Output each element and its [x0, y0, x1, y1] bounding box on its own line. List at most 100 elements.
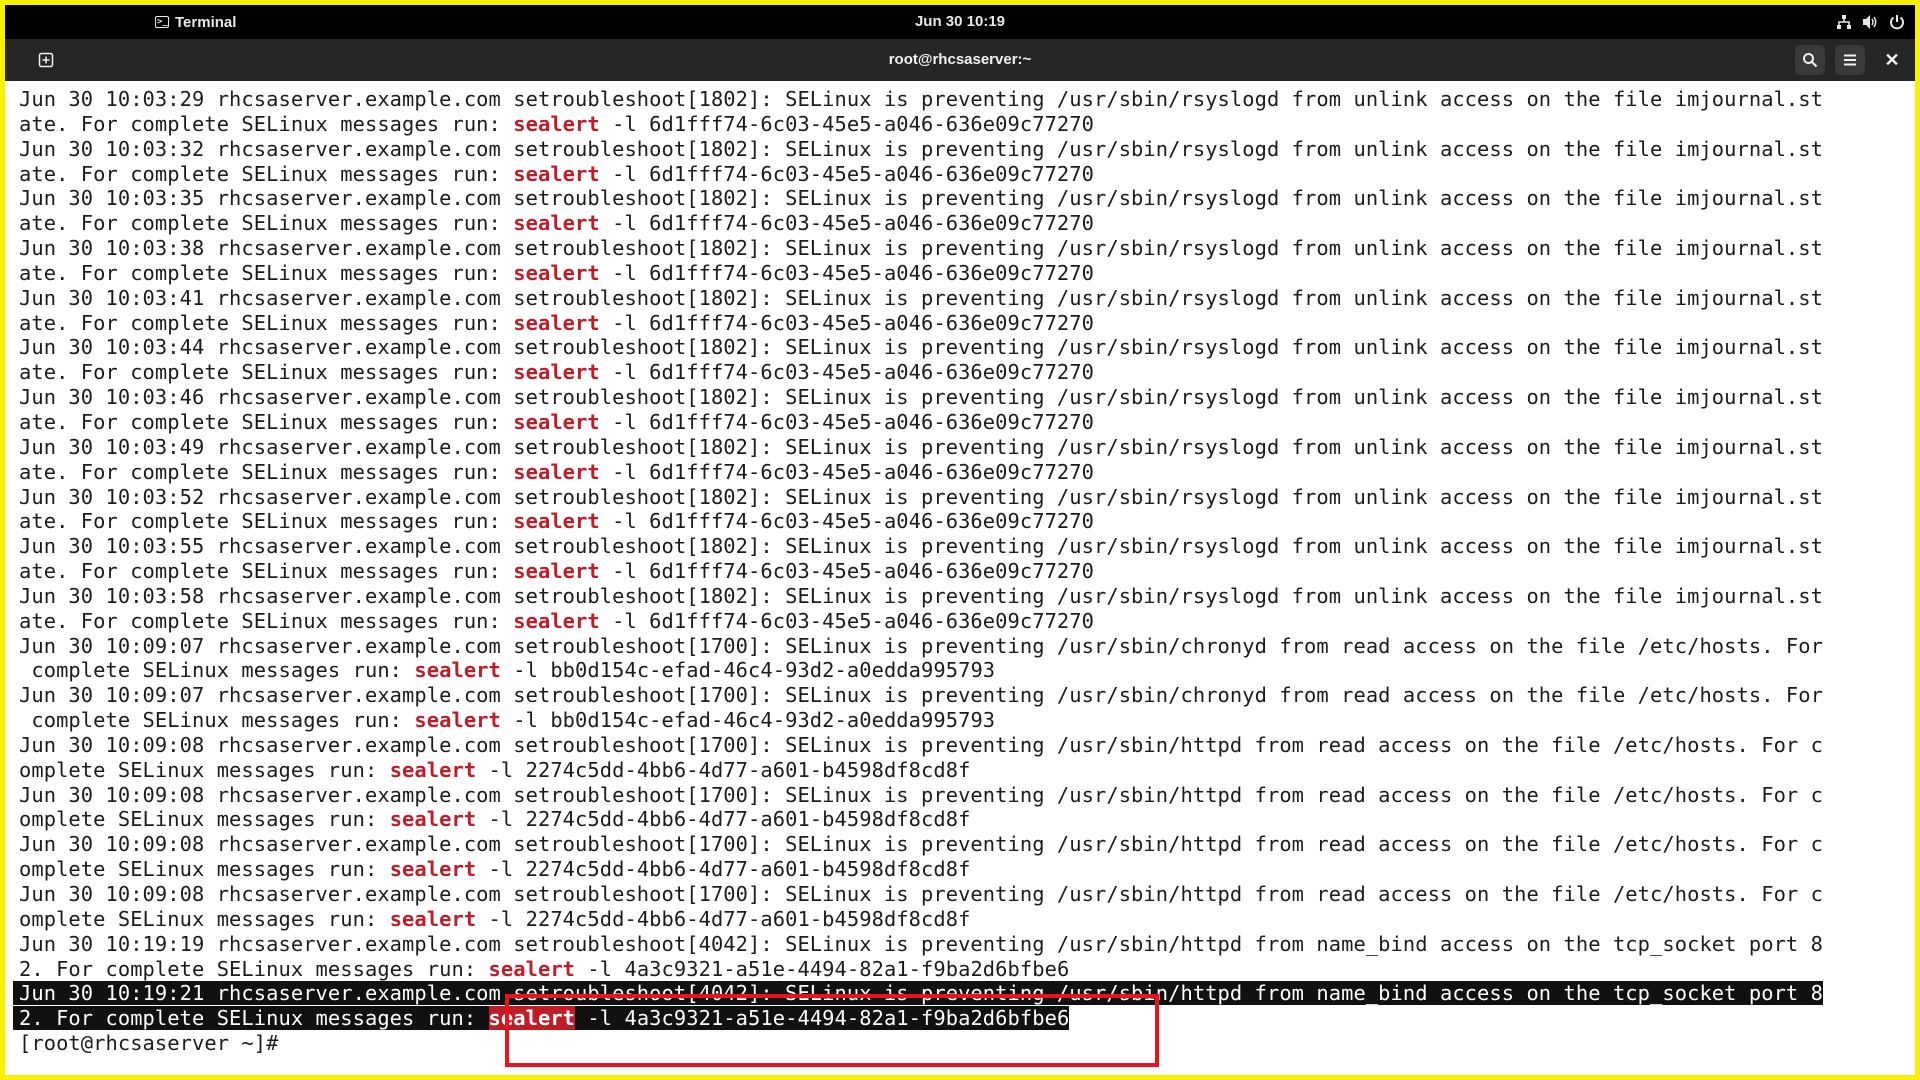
line-text: ate. For complete SELinux messages run: …: [19, 559, 1094, 583]
close-window-button[interactable]: ✕: [1877, 45, 1907, 75]
line-prefix: complete SELinux messages run:: [19, 708, 415, 733]
sealert-keyword: sealert: [513, 260, 600, 285]
terminal-line: 2. For complete SELinux messages run: se…: [19, 957, 1905, 982]
sealert-keyword: sealert: [513, 459, 600, 484]
terminal-line: complete SELinux messages run: sealert -…: [19, 658, 1905, 683]
line-prefix: 2. For complete SELinux messages run:: [19, 1006, 489, 1031]
line-prefix: Jun 30 10:09:08 rhcsaserver.example.com …: [19, 882, 1824, 906]
line-prefix: Jun 30 10:03:58 rhcsaserver.example.com …: [19, 583, 1824, 608]
sealert-keyword: sealert: [513, 211, 600, 236]
line-prefix: ate. For complete SELinux messages run:: [19, 409, 514, 434]
sealert-keyword: sealert: [389, 757, 477, 782]
line-text: ate. For complete SELinux messages run: …: [19, 509, 1094, 533]
line-prefix: ate. For complete SELinux messages run:: [19, 559, 514, 584]
line-prefix: ate. For complete SELinux messages run:: [19, 360, 514, 385]
terminal-line: omplete SELinux messages run: sealert -l…: [19, 758, 1905, 783]
line-text: Jun 30 10:03:46 rhcsaserver.example.com …: [19, 385, 1823, 409]
sealert-keyword: sealert: [513, 310, 600, 335]
line-suffix: -l 6d1fff74-6c03-45e5-a046-636e09c77270: [599, 409, 1094, 434]
line-text: Jun 30 10:09:07 rhcsaserver.example.com …: [19, 634, 1823, 658]
terminal-line: Jun 30 10:03:41 rhcsaserver.example.com …: [19, 286, 1905, 311]
line-text: Jun 30 10:03:55 rhcsaserver.example.com …: [19, 534, 1823, 558]
line-prefix: ate. For complete SELinux messages run:: [19, 310, 514, 335]
line-text: Jun 30 10:03:35 rhcsaserver.example.com …: [19, 186, 1823, 210]
system-tray[interactable]: [1836, 5, 1905, 39]
clock[interactable]: Jun 30 10:19: [5, 5, 1915, 39]
line-prefix: Jun 30 10:19:21 rhcsaserver.example.com …: [19, 981, 1824, 1006]
line-suffix: -l 6d1fff74-6c03-45e5-a046-636e09c77270: [599, 260, 1094, 285]
line-text: ate. For complete SELinux messages run: …: [19, 609, 1094, 633]
line-text: omplete SELinux messages run: sealert -l…: [19, 807, 970, 831]
terminal-line: ate. For complete SELinux messages run: …: [19, 460, 1905, 485]
line-suffix: -l bb0d154c-efad-46c4-93d2-a0edda995793: [500, 708, 996, 733]
line-text: Jun 30 10:03:32 rhcsaserver.example.com …: [19, 137, 1823, 161]
line-suffix: -l bb0d154c-efad-46c4-93d2-a0edda995793: [500, 658, 996, 683]
line-text: Jun 30 10:09:08 rhcsaserver.example.com …: [19, 783, 1823, 807]
search-button[interactable]: [1795, 45, 1825, 75]
terminal-line: 2. For complete SELinux messages run: se…: [13, 1006, 1905, 1031]
sealert-keyword: sealert: [488, 956, 576, 981]
terminal-output[interactable]: Jun 30 10:03:29 rhcsaserver.example.com …: [13, 87, 1905, 1075]
line-prefix: ate. For complete SELinux messages run:: [19, 509, 514, 534]
line-prefix: Jun 30 10:09:07 rhcsaserver.example.com …: [19, 633, 1824, 658]
power-icon[interactable]: [1889, 14, 1905, 30]
terminal-line: ate. For complete SELinux messages run: …: [19, 360, 1905, 385]
terminal-line: omplete SELinux messages run: sealert -l…: [19, 857, 1905, 882]
terminal-line: Jun 30 10:09:08 rhcsaserver.example.com …: [19, 783, 1905, 808]
terminal-line: ate. For complete SELinux messages run: …: [19, 211, 1905, 236]
line-text: 2. For complete SELinux messages run: se…: [19, 957, 1069, 981]
line-text: ate. For complete SELinux messages run: …: [19, 460, 1094, 484]
line-suffix: -l 6d1fff74-6c03-45e5-a046-636e09c77270: [599, 211, 1094, 236]
terminal-line: Jun 30 10:03:29 rhcsaserver.example.com …: [19, 87, 1905, 112]
line-suffix: -l 2274c5dd-4bb6-4d77-a601-b4598df8cd8f: [476, 906, 971, 931]
line-text: Jun 30 10:09:08 rhcsaserver.example.com …: [19, 882, 1823, 906]
line-text: complete SELinux messages run: sealert -…: [19, 658, 995, 682]
line-text: complete SELinux messages run: sealert -…: [19, 708, 995, 732]
terminal-line: ate. For complete SELinux messages run: …: [19, 112, 1905, 137]
line-text: Jun 30 10:03:49 rhcsaserver.example.com …: [19, 435, 1823, 459]
line-prefix: ate. For complete SELinux messages run:: [19, 111, 514, 136]
line-suffix: -l 6d1fff74-6c03-45e5-a046-636e09c77270: [599, 459, 1094, 484]
line-suffix: -l 4a3c9321-a51e-4494-82a1-f9ba2d6bfbe6: [575, 956, 1070, 981]
line-prefix: omplete SELinux messages run:: [19, 906, 390, 931]
line-text: ate. For complete SELinux messages run: …: [19, 410, 1094, 434]
hamburger-menu-button[interactable]: [1835, 45, 1865, 75]
selected-text: Jun 30 10:19:21 rhcsaserver.example.com …: [13, 981, 1824, 1006]
line-prefix: Jun 30 10:09:08 rhcsaserver.example.com …: [19, 732, 1824, 757]
close-icon: ✕: [1884, 49, 1900, 70]
line-text: ate. For complete SELinux messages run: …: [19, 360, 1094, 384]
terminal-line: Jun 30 10:09:07 rhcsaserver.example.com …: [19, 634, 1905, 659]
terminal-line: complete SELinux messages run: sealert -…: [19, 708, 1905, 733]
line-text: Jun 30 10:09:07 rhcsaserver.example.com …: [19, 683, 1823, 707]
terminal-line: Jun 30 10:03:58 rhcsaserver.example.com …: [19, 584, 1905, 609]
terminal-line: ate. For complete SELinux messages run: …: [19, 559, 1905, 584]
line-prefix: Jun 30 10:03:35 rhcsaserver.example.com …: [19, 186, 1824, 211]
terminal-line: ate. For complete SELinux messages run: …: [19, 410, 1905, 435]
line-text: Jun 30 10:09:08 rhcsaserver.example.com …: [19, 832, 1823, 856]
sealert-keyword: sealert: [513, 509, 600, 534]
selected-text: 2. For complete SELinux messages run: se…: [13, 1006, 1070, 1031]
line-suffix: -l 6d1fff74-6c03-45e5-a046-636e09c77270: [599, 509, 1094, 534]
line-prefix: Jun 30 10:03:52 rhcsaserver.example.com …: [19, 484, 1824, 509]
terminal-line: ate. For complete SELinux messages run: …: [19, 162, 1905, 187]
terminal-line: Jun 30 10:03:49 rhcsaserver.example.com …: [19, 435, 1905, 460]
sealert-keyword: sealert: [414, 658, 501, 683]
line-prefix: Jun 30 10:09:08 rhcsaserver.example.com …: [19, 832, 1824, 857]
line-text: Jun 30 10:03:58 rhcsaserver.example.com …: [19, 584, 1823, 608]
network-icon[interactable]: [1836, 14, 1852, 30]
terminal-line: omplete SELinux messages run: sealert -l…: [19, 807, 1905, 832]
line-prefix: Jun 30 10:03:38 rhcsaserver.example.com …: [19, 236, 1824, 261]
line-text: omplete SELinux messages run: sealert -l…: [19, 758, 970, 782]
shell-prompt[interactable]: [root@rhcsaserver ~]#: [19, 1031, 1905, 1056]
volume-icon[interactable]: [1862, 14, 1879, 30]
line-prefix: omplete SELinux messages run:: [19, 807, 390, 832]
line-prefix: 2. For complete SELinux messages run:: [19, 956, 489, 981]
line-suffix: -l 6d1fff74-6c03-45e5-a046-636e09c77270: [599, 161, 1094, 186]
sealert-keyword: sealert: [513, 409, 600, 434]
line-text: Jun 30 10:03:29 rhcsaserver.example.com …: [19, 87, 1823, 111]
terminal-line: Jun 30 10:09:08 rhcsaserver.example.com …: [19, 832, 1905, 857]
sealert-keyword: sealert: [513, 111, 600, 136]
line-text: omplete SELinux messages run: sealert -l…: [19, 907, 970, 931]
line-prefix: ate. For complete SELinux messages run:: [19, 459, 514, 484]
terminal-line: Jun 30 10:09:08 rhcsaserver.example.com …: [19, 733, 1905, 758]
